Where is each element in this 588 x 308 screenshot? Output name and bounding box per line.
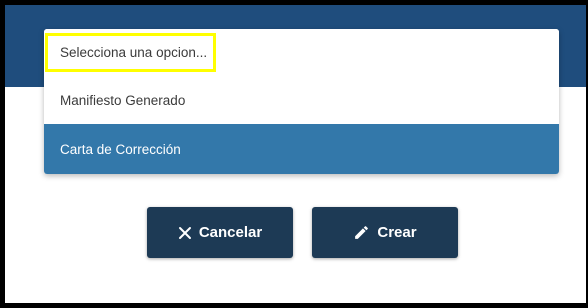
cancel-label: Cancelar [198,224,263,241]
dropdown-option-label: Manifiesto Generado [60,92,186,108]
dropdown-placeholder-option[interactable]: Selecciona una opcion... [44,29,559,76]
highlight-box [45,33,216,72]
cancel-button[interactable]: Cancelar [147,207,293,258]
pencil-icon [353,224,370,241]
dialog-frame: Selecciona una opcion... Manifiesto Gene… [0,0,588,308]
close-icon [178,226,192,240]
create-button[interactable]: Crear [312,207,458,258]
option-dropdown[interactable]: Selecciona una opcion... Manifiesto Gene… [44,29,559,174]
dropdown-option-carta-correccion[interactable]: Carta de Corrección [44,124,559,174]
dropdown-option-manifiesto[interactable]: Manifiesto Generado [44,76,559,124]
create-label: Crear [377,224,417,241]
dropdown-option-label: Carta de Corrección [60,141,181,157]
